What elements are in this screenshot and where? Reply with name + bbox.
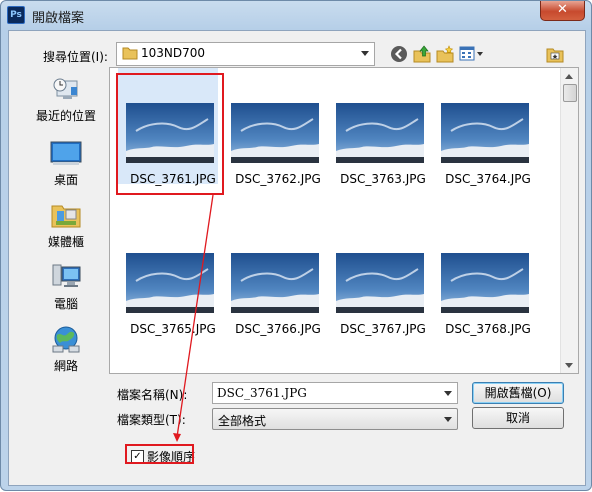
annotation-arrow — [173, 194, 214, 442]
open-file-dialog: Ps 開啟檔案 ✕ 搜尋位置(I): 103ND700 最近的位置 桌面 媒體櫃… — [0, 0, 592, 491]
